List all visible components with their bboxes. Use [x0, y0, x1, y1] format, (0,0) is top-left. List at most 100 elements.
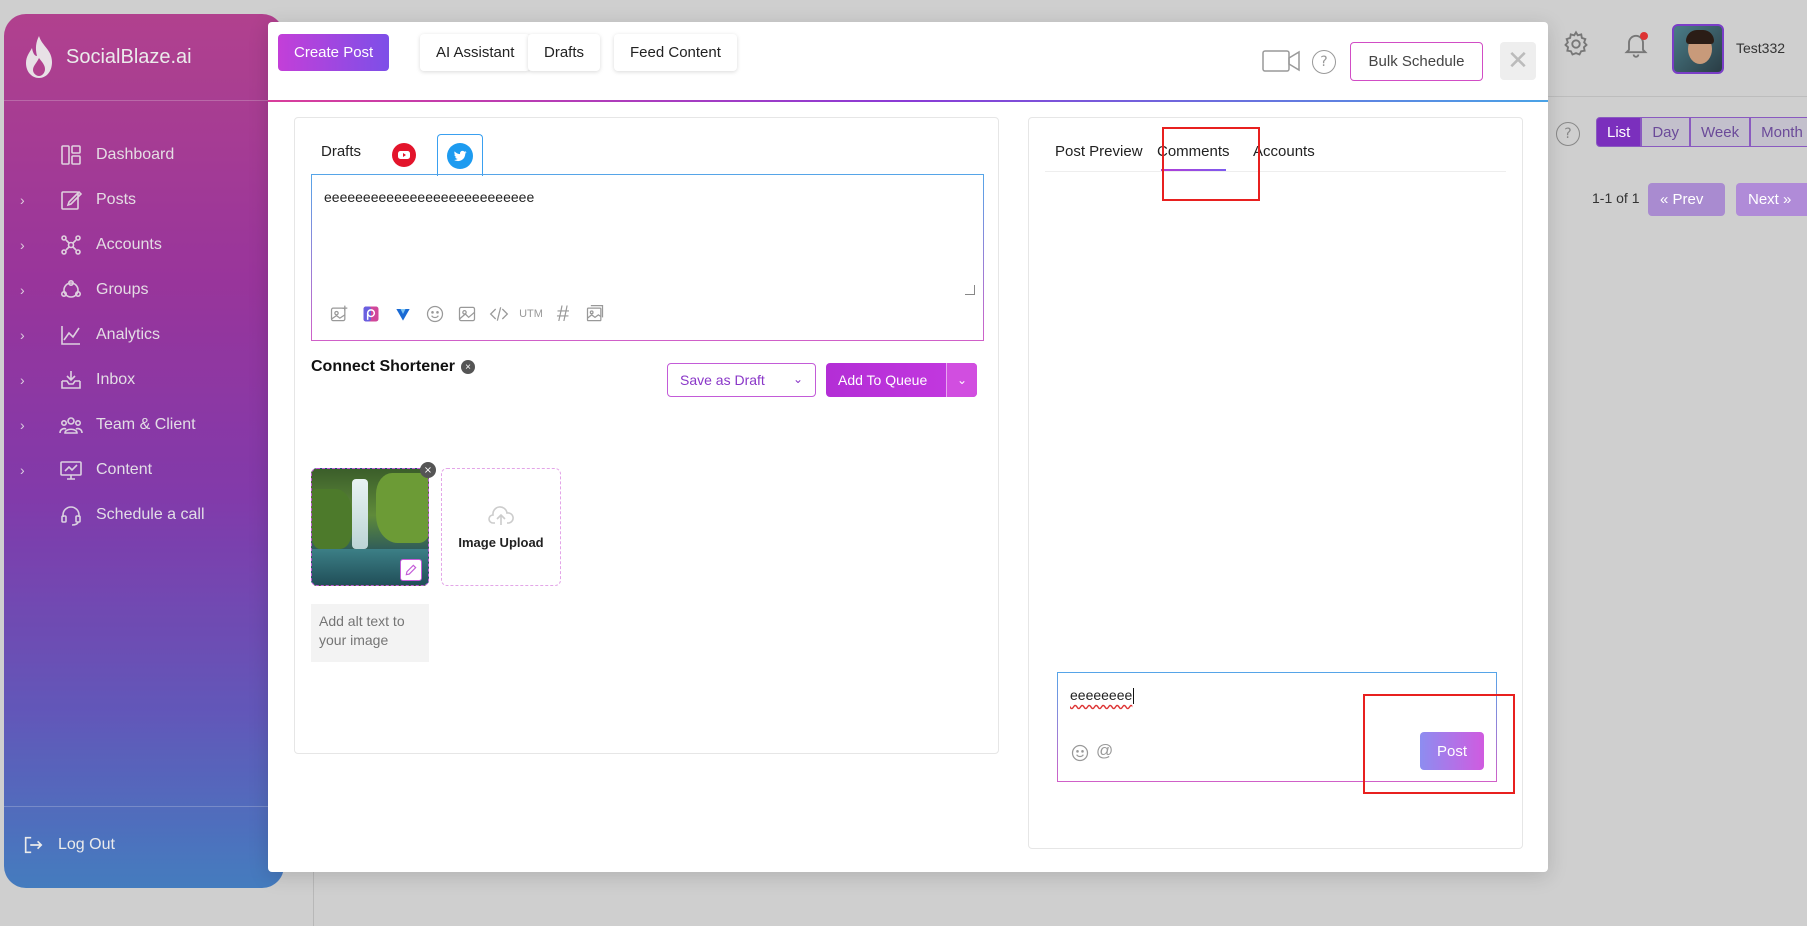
create-post-modal: Create Post AI Assistant Drafts Feed Con…: [268, 22, 1548, 872]
image-ai-icon[interactable]: [328, 303, 350, 325]
image-icon[interactable]: [456, 303, 478, 325]
chevron-right-icon[interactable]: ›: [20, 417, 40, 433]
uploaded-image-thumbnail[interactable]: [311, 468, 429, 586]
headset-icon: [58, 503, 84, 527]
save-as-draft-label: Save as Draft: [680, 372, 765, 388]
calendar-view-tabs: List Day Week Month: [1596, 117, 1807, 147]
alt-text-input[interactable]: [311, 604, 429, 662]
tabs-divider: [1045, 171, 1506, 172]
vista-icon[interactable]: [392, 303, 414, 325]
sidebar-item-label: Inbox: [96, 370, 136, 388]
logout-label: Log Out: [58, 836, 115, 853]
sidebar-nav: Dashboard › Posts › Accounts › Groups › …: [4, 132, 284, 537]
tab-feed-content[interactable]: Feed Content: [614, 34, 737, 71]
sidebar-item-label: Dashboard: [96, 145, 175, 163]
emoji-icon[interactable]: [1070, 743, 1090, 763]
image-upload-dropzone[interactable]: Image Upload: [441, 468, 561, 586]
close-button[interactable]: ✕: [1500, 42, 1536, 80]
view-tab-week[interactable]: Week: [1690, 117, 1751, 147]
sidebar-item-groups[interactable]: › Groups: [4, 267, 284, 312]
flame-icon: [26, 36, 52, 78]
brand-logo[interactable]: SocialBlaze.ai: [20, 34, 192, 80]
view-tab-list[interactable]: List: [1596, 117, 1642, 147]
connect-shortener-label: Connect Shortener: [311, 358, 456, 375]
youtube-icon[interactable]: [392, 143, 416, 167]
inbox-icon: [58, 368, 84, 392]
view-tab-month[interactable]: Month: [1750, 117, 1807, 147]
resize-handle[interactable]: [965, 285, 975, 295]
sidebar-item-schedule-call[interactable]: Schedule a call: [4, 492, 284, 537]
remove-image-button[interactable]: ×: [420, 462, 436, 478]
post-content-text[interactable]: eeeeeeeeeeeeeeeeeeeeeeeeeee: [324, 189, 534, 205]
sidebar-item-label: Accounts: [96, 235, 162, 253]
text-caret: [1133, 688, 1135, 705]
chevron-down-icon[interactable]: ⌄: [946, 363, 977, 397]
sidebar-item-label: Content: [96, 460, 153, 478]
chevron-right-icon[interactable]: ›: [20, 372, 40, 388]
chevron-right-icon[interactable]: ›: [20, 462, 40, 478]
next-button[interactable]: Next »: [1736, 183, 1807, 216]
tab-drafts[interactable]: Drafts: [528, 34, 601, 71]
view-tab-day[interactable]: Day: [1641, 117, 1691, 147]
groups-icon: [58, 278, 84, 302]
code-icon[interactable]: [488, 303, 510, 325]
thumbnail-art: [312, 489, 352, 549]
mention-icon[interactable]: @: [1096, 741, 1113, 761]
tab-ai-assistant[interactable]: AI Assistant: [420, 34, 531, 71]
logout-divider: [4, 806, 284, 807]
logout-button[interactable]: Log Out: [22, 834, 115, 856]
media-library-icon[interactable]: [584, 303, 606, 325]
chevron-right-icon[interactable]: ›: [20, 192, 40, 208]
sidebar-item-label: Posts: [96, 190, 137, 208]
edit-image-button[interactable]: [400, 559, 422, 581]
picsart-icon[interactable]: [360, 303, 382, 325]
sidebar-item-inbox[interactable]: › Inbox: [4, 357, 284, 402]
connect-shortener[interactable]: Connect Shortener ×: [311, 358, 476, 376]
sidebar: SocialBlaze.ai Dashboard › Posts › Accou…: [4, 14, 284, 888]
sidebar-item-team-client[interactable]: › Team & Client: [4, 402, 284, 447]
sidebar-item-posts[interactable]: › Posts: [4, 177, 284, 222]
bulk-schedule-button[interactable]: Bulk Schedule: [1350, 42, 1483, 81]
tab-editor-drafts[interactable]: Drafts: [321, 143, 361, 160]
help-icon[interactable]: ?: [1556, 122, 1580, 146]
close-icon[interactable]: ×: [461, 360, 476, 374]
pencil-icon: [405, 564, 417, 576]
sidebar-item-label: Team & Client: [96, 415, 196, 433]
tab-twitter[interactable]: [437, 134, 483, 176]
monitor-icon: [58, 458, 84, 482]
tab-accounts[interactable]: Accounts: [1253, 143, 1315, 160]
dashboard-icon: [58, 143, 84, 167]
username[interactable]: Test332: [1736, 40, 1785, 56]
sidebar-item-content[interactable]: › Content: [4, 447, 284, 492]
emoji-icon[interactable]: [424, 303, 446, 325]
add-to-queue-label: Add To Queue: [838, 372, 928, 388]
chevron-right-icon[interactable]: ›: [20, 282, 40, 298]
prev-button[interactable]: « Prev: [1648, 183, 1725, 216]
chevron-right-icon[interactable]: ›: [20, 237, 40, 253]
gear-icon[interactable]: [1562, 30, 1590, 58]
add-to-queue-button[interactable]: Add To Queue ⌄: [826, 363, 977, 397]
tab-create-post[interactable]: Create Post: [278, 34, 390, 71]
video-camera-icon[interactable]: [1262, 48, 1300, 74]
tab-post-preview[interactable]: Post Preview: [1055, 143, 1143, 160]
avatar[interactable]: [1672, 24, 1724, 74]
utm-icon[interactable]: UTM: [519, 303, 543, 325]
editor-toolbar: UTM #: [328, 301, 606, 326]
comment-input[interactable]: eeeeeeee: [1070, 687, 1135, 705]
hashtag-icon[interactable]: #: [552, 301, 574, 326]
chevron-down-icon[interactable]: ⌄: [793, 372, 803, 386]
sidebar-item-label: Groups: [96, 280, 149, 298]
logout-icon: [24, 836, 43, 854]
post-editor[interactable]: eeeeeeeeeeeeeeeeeeeeeeeeeee UTM #: [311, 174, 984, 341]
save-as-draft-button[interactable]: Save as Draft ⌄: [667, 363, 816, 397]
sidebar-item-dashboard[interactable]: Dashboard: [4, 132, 284, 177]
sidebar-item-label: Analytics: [96, 325, 161, 343]
notification-dot: [1640, 32, 1648, 40]
sidebar-item-analytics[interactable]: › Analytics: [4, 312, 284, 357]
composer-panel: Drafts eeeeeeeeeeeeeeeeeeeeeeeeeee UTM #: [294, 117, 999, 754]
image-upload-label: Image Upload: [458, 534, 544, 550]
thumbnail-art: [376, 473, 428, 543]
help-icon[interactable]: ?: [1312, 50, 1336, 74]
chevron-right-icon[interactable]: ›: [20, 327, 40, 343]
sidebar-item-accounts[interactable]: › Accounts: [4, 222, 284, 267]
